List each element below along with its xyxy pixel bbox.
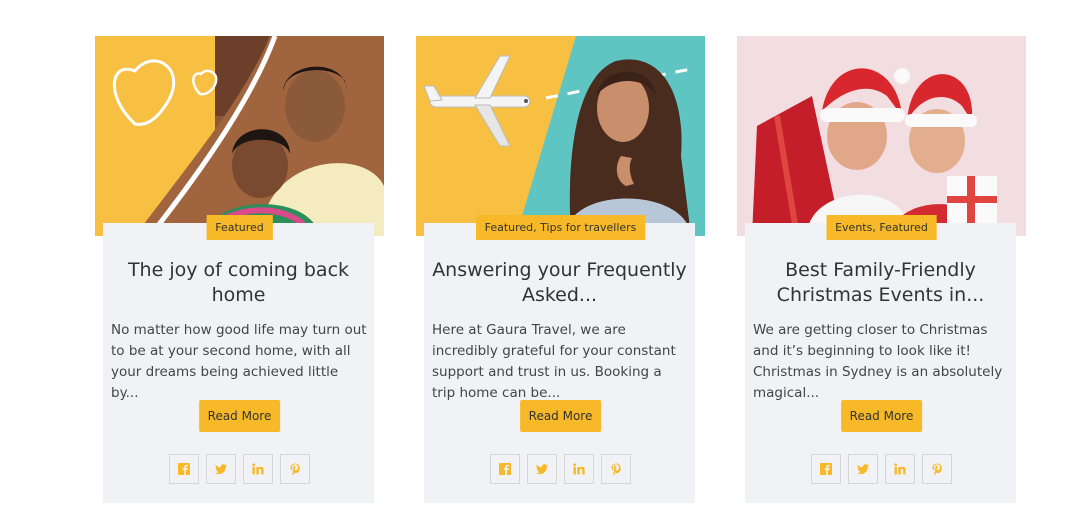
pinterest-icon[interactable] (601, 454, 631, 484)
category-badge[interactable]: Featured (206, 215, 273, 240)
blog-card-title[interactable]: The joy of coming back home (103, 258, 374, 308)
blog-card-excerpt: We are getting closer to Christmas and i… (753, 322, 1003, 401)
blog-card: Events, Featured Best Family-Friendly Ch… (737, 36, 1026, 503)
social-share-bar (416, 454, 705, 484)
facebook-icon[interactable] (490, 454, 520, 484)
blog-card-excerpt: No matter how good life may turn out to … (111, 322, 367, 401)
twitter-icon[interactable] (206, 454, 236, 484)
blog-card-title[interactable]: Answering your Frequently Asked... (424, 258, 695, 308)
linkedin-icon[interactable] (885, 454, 915, 484)
category-badge[interactable]: Events, Featured (826, 215, 937, 240)
social-share-bar (95, 454, 384, 484)
read-more-button[interactable]: Read More (519, 400, 602, 432)
blog-card-image[interactable] (416, 36, 705, 236)
linkedin-icon[interactable] (243, 454, 273, 484)
pinterest-icon[interactable] (922, 454, 952, 484)
pinterest-icon[interactable] (280, 454, 310, 484)
linkedin-icon[interactable] (564, 454, 594, 484)
facebook-icon[interactable] (169, 454, 199, 484)
read-more-button[interactable]: Read More (840, 400, 923, 432)
read-more-button[interactable]: Read More (198, 400, 281, 432)
blog-card-image[interactable] (737, 36, 1026, 236)
twitter-icon[interactable] (527, 454, 557, 484)
blog-card: Featured, Tips for travellers Answering … (416, 36, 705, 503)
facebook-icon[interactable] (811, 454, 841, 484)
blog-card-excerpt: Here at Gaura Travel, we are incredibly … (432, 322, 676, 401)
blog-card: Featured The joy of coming back home No … (95, 36, 384, 503)
blog-card-title[interactable]: Best Family-Friendly Christmas Events in… (745, 258, 1016, 308)
social-share-bar (737, 454, 1026, 484)
category-badge[interactable]: Featured, Tips for travellers (475, 215, 646, 240)
blog-card-image[interactable] (95, 36, 384, 236)
twitter-icon[interactable] (848, 454, 878, 484)
